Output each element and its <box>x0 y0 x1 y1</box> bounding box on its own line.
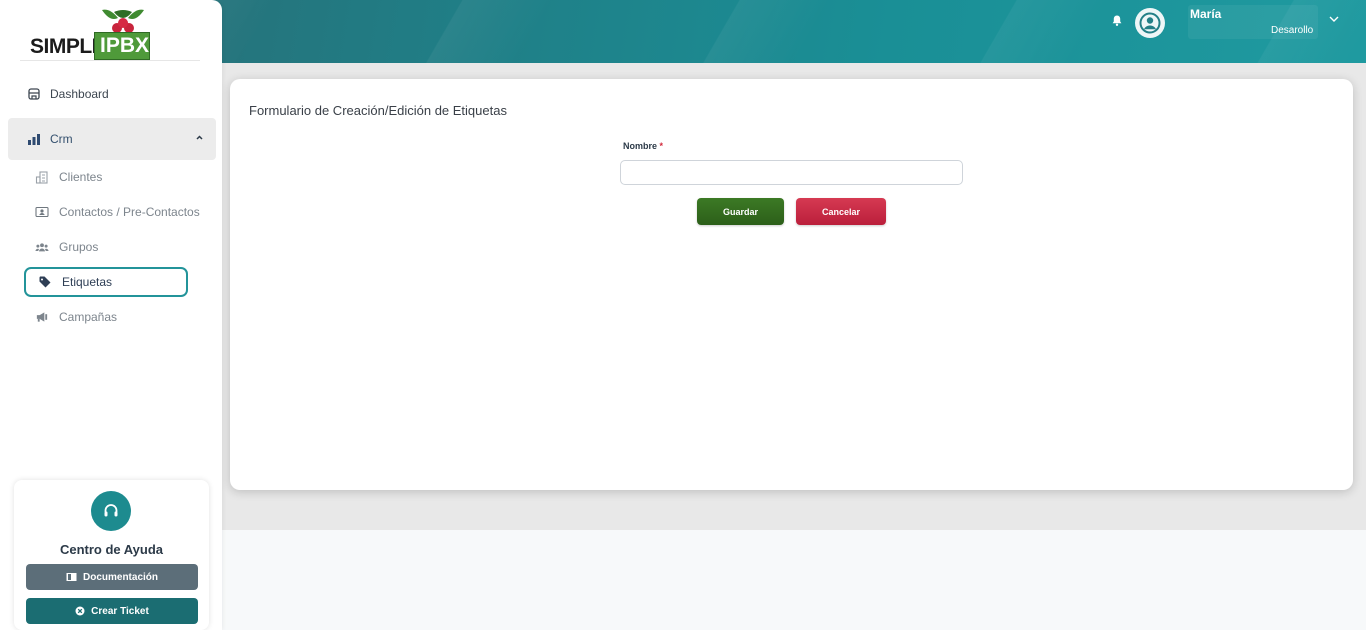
users-icon <box>35 240 49 254</box>
crm-chart-icon <box>27 132 41 146</box>
logo[interactable]: SIMPLE IPBX <box>30 8 150 62</box>
name-label-text: Nombre <box>623 141 658 151</box>
bell-icon[interactable] <box>1109 13 1125 29</box>
book-icon <box>66 573 77 581</box>
user-department: Desarollo <box>1271 25 1314 36</box>
sidebar-item-crm[interactable]: Crm <box>8 118 216 160</box>
chevron-up-icon <box>196 135 203 140</box>
dashboard-icon <box>27 87 41 101</box>
form-card: Formulario de Creación/Edición de Etique… <box>230 79 1353 490</box>
sidebar-item-label: Crm <box>50 132 73 146</box>
help-center-title: Centro de Ayuda <box>59 542 164 557</box>
sidebar: SIMPLE IPBX Dashboard Crm Clientes Conta… <box>0 0 222 630</box>
sidebar-item-clientes[interactable]: Clientes <box>8 162 216 192</box>
sidebar-item-label: Etiquetas <box>62 275 113 289</box>
chevron-down-icon[interactable] <box>1327 14 1341 24</box>
building-icon <box>35 170 49 184</box>
cancel-button[interactable]: Cancelar <box>796 198 886 225</box>
create-ticket-label: Crear Ticket <box>91 605 149 617</box>
required-marker: * <box>659 141 664 151</box>
sidebar-item-grupos[interactable]: Grupos <box>8 232 216 262</box>
contact-card-icon <box>35 205 49 219</box>
name-input[interactable] <box>620 160 963 185</box>
sidebar-item-campanas[interactable]: Campañas <box>8 302 216 332</box>
circle-x-icon <box>75 606 85 616</box>
headset-icon <box>91 491 131 531</box>
documentation-label: Documentación <box>82 571 158 583</box>
logo-box-text: IPBX <box>94 32 150 60</box>
divider <box>20 60 200 61</box>
name-field-label: Nombre * <box>623 141 663 151</box>
megaphone-icon <box>35 310 49 324</box>
sidebar-item-label: Grupos <box>59 240 99 254</box>
create-ticket-button[interactable]: Crear Ticket <box>26 598 198 624</box>
sidebar-item-etiquetas[interactable]: Etiquetas <box>24 267 188 297</box>
help-center-card: Centro de Ayuda Documentación Crear Tick… <box>14 480 209 630</box>
sidebar-item-label: Campañas <box>59 310 118 324</box>
sidebar-item-label: Contactos / Pre-Contactos <box>59 205 200 219</box>
sidebar-item-contactos[interactable]: Contactos / Pre-Contactos <box>8 197 216 227</box>
sidebar-item-label: Clientes <box>59 170 103 184</box>
user-avatar-icon[interactable] <box>1135 8 1165 38</box>
documentation-button[interactable]: Documentación <box>26 564 198 590</box>
tag-icon <box>38 275 52 289</box>
sidebar-item-label: Dashboard <box>50 87 109 101</box>
page-title: Formulario de Creación/Edición de Etique… <box>249 103 507 118</box>
user-name[interactable]: María <box>1190 7 1221 21</box>
sidebar-item-dashboard[interactable]: Dashboard <box>8 79 216 109</box>
save-button[interactable]: Guardar <box>697 198 784 225</box>
